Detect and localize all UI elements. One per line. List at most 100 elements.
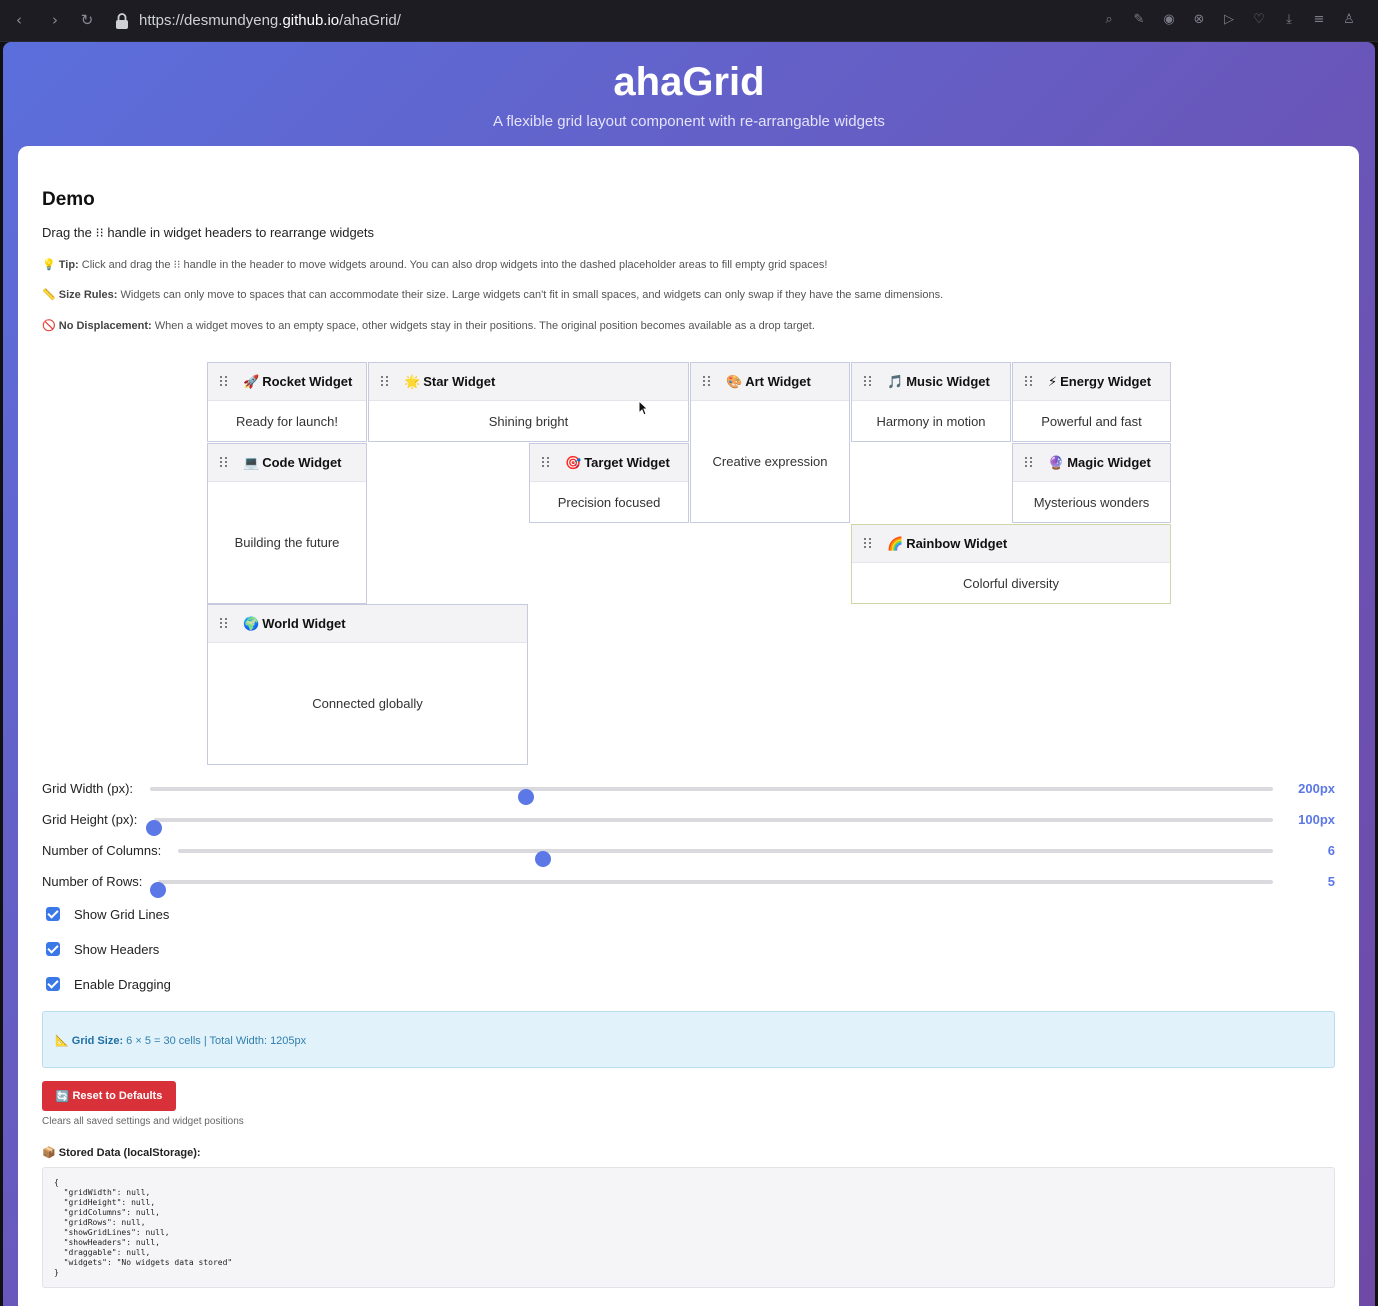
- rocket-icon: 🚀: [243, 375, 260, 390]
- rows-label: Number of Rows:: [42, 874, 143, 889]
- drag-handle-icon[interactable]: [542, 457, 550, 469]
- widget-header: 🎯 Target Widget: [530, 444, 688, 482]
- widget-body: Ready for launch!: [236, 413, 338, 429]
- widget-title: Energy Widget: [1060, 374, 1152, 389]
- rows-slider-row: Number of Rows: 5: [42, 872, 1335, 898]
- checkbox[interactable]: [46, 942, 60, 956]
- widget-world[interactable]: 🌍 World Widget Connected globally: [207, 604, 528, 765]
- drag-handle-icon[interactable]: [1025, 457, 1033, 469]
- demo-card: Demo Drag the ⁝⁝ handle in widget header…: [18, 146, 1359, 1306]
- drag-handle-icon[interactable]: [1025, 376, 1033, 388]
- checkbox-label: Enable Dragging: [74, 977, 171, 992]
- edit-icon[interactable]: ✎: [1130, 11, 1148, 29]
- drag-handle-icon[interactable]: [220, 457, 228, 469]
- widget-header: 🌍 World Widget: [208, 605, 527, 643]
- widget-body: Building the future: [234, 535, 340, 550]
- widget-body: Colorful diversity: [962, 575, 1060, 591]
- download-icon[interactable]: ⤓: [1280, 11, 1298, 29]
- star-icon: 🌟: [404, 375, 421, 390]
- widget-header: 🔮 Magic Widget: [1013, 444, 1170, 482]
- drag-handle-icon[interactable]: [864, 376, 872, 388]
- slider-thumb[interactable]: [518, 789, 535, 805]
- camera-icon[interactable]: ◉: [1160, 11, 1178, 29]
- crystal-ball-icon: 🔮: [1048, 456, 1065, 471]
- menu-icon[interactable]: ≡: [1310, 11, 1328, 29]
- address-bar[interactable]: https://desmundyeng.github.io/ahaGrid/: [139, 12, 401, 29]
- widget-art[interactable]: 🎨 Art Widget Creative expression: [690, 362, 850, 523]
- columns-value: 6: [1327, 843, 1335, 858]
- widget-title: Art Widget: [745, 374, 811, 389]
- prohibited-icon: 🚫: [42, 320, 56, 332]
- widget-header: ⚡ Energy Widget: [1013, 363, 1170, 401]
- widget-header: 💻 Code Widget: [208, 444, 366, 482]
- widget-grid: 🚀 Rocket Widget Ready for launch! 🌟 Star W…: [207, 362, 1171, 765]
- widget-body: Powerful and fast: [1041, 413, 1142, 429]
- widget-body: Mysterious wonders: [1033, 494, 1150, 510]
- grid-width-slider-row: Grid Width (px): 200px: [42, 779, 1335, 805]
- heart-icon[interactable]: ♡: [1250, 11, 1268, 29]
- widget-body: Precision focused: [557, 494, 661, 510]
- checkbox-label: Show Grid Lines: [74, 907, 170, 922]
- rows-value: 5: [1327, 874, 1335, 889]
- checkbox[interactable]: [46, 907, 60, 921]
- reset-note: Clears all saved settings and widget pos…: [42, 1116, 244, 1127]
- tip-note: 💡 Tip: Click and drag the ⁝⁝ handle in t…: [42, 259, 828, 271]
- page-title: ahaGrid: [613, 60, 765, 104]
- shield-icon[interactable]: ⊗: [1190, 11, 1208, 29]
- globe-icon: 🌍: [243, 617, 260, 632]
- profile-icon[interactable]: ♙: [1340, 11, 1358, 29]
- widget-title: World Widget: [262, 616, 346, 631]
- page-subtitle: A flexible grid layout component with re…: [493, 113, 885, 130]
- back-icon[interactable]: ‹: [10, 11, 28, 29]
- slider-thumb[interactable]: [150, 882, 166, 898]
- widget-header: 🌈 Rainbow Widget: [852, 525, 1170, 563]
- grid-height-slider[interactable]: [146, 818, 1273, 836]
- columns-slider[interactable]: [178, 849, 1273, 867]
- widget-energy[interactable]: ⚡ Energy Widget Powerful and fast: [1012, 362, 1171, 442]
- widget-header: 🎨 Art Widget: [691, 363, 849, 401]
- widget-magic[interactable]: 🔮 Magic Widget Mysterious wonders: [1012, 443, 1171, 523]
- size-rules-note: 📏 Size Rules: Widgets can only move to s…: [42, 289, 944, 301]
- widget-title: Code Widget: [262, 455, 342, 470]
- checkbox[interactable]: [46, 977, 60, 991]
- lightbulb-icon: 💡: [42, 259, 56, 271]
- grid-height-value: 100px: [1298, 812, 1335, 827]
- demo-instruction: Drag the ⁝⁝ handle in widget headers to …: [42, 225, 375, 240]
- widget-body: Creative expression: [712, 454, 828, 469]
- forward-icon[interactable]: ›: [46, 11, 64, 29]
- widget-title: Target Widget: [584, 455, 670, 470]
- drag-handle-icon[interactable]: [864, 538, 872, 550]
- stored-data-label: 📦 Stored Data (localStorage):: [42, 1147, 201, 1159]
- slider-thumb[interactable]: [146, 820, 162, 836]
- demo-heading: Demo: [42, 189, 95, 210]
- reset-button[interactable]: 🔄 Reset to Defaults: [42, 1081, 176, 1111]
- widget-header: 🌟 Star Widget: [369, 363, 688, 401]
- widget-rainbow[interactable]: 🌈 Rainbow Widget Colorful diversity: [851, 524, 1171, 604]
- page-background: ahaGrid A flexible grid layout component…: [3, 42, 1375, 1306]
- columns-slider-row: Number of Columns: 6: [42, 841, 1335, 867]
- widget-header: 🚀 Rocket Widget: [208, 363, 366, 401]
- drag-handle-icon[interactable]: [220, 376, 228, 388]
- widget-music[interactable]: 🎵 Music Widget Harmony in motion: [851, 362, 1011, 442]
- lightning-icon: ⚡: [1048, 375, 1058, 390]
- slider-thumb[interactable]: [534, 851, 551, 867]
- browser-toolbar: ‹ › ↻ https://desmundyeng.github.io/ahaG…: [0, 0, 1378, 42]
- music-note-icon: 🎵: [887, 375, 904, 390]
- refresh-icon: 🔄: [55, 1090, 70, 1103]
- drag-handle-icon[interactable]: [220, 618, 228, 630]
- grid-width-slider[interactable]: [150, 787, 1273, 805]
- columns-label: Number of Columns:: [42, 843, 162, 858]
- widget-body: Harmony in motion: [876, 413, 986, 429]
- rows-slider[interactable]: [150, 880, 1273, 898]
- reload-icon[interactable]: ↻: [78, 11, 96, 29]
- drag-handle-icon[interactable]: [703, 376, 711, 388]
- no-displacement-note: 🚫 No Displacement: When a widget moves t…: [42, 320, 815, 332]
- grid-height-label: Grid Height (px):: [42, 812, 138, 827]
- widget-rocket[interactable]: 🚀 Rocket Widget Ready for launch!: [207, 362, 367, 442]
- widget-target[interactable]: 🎯 Target Widget Precision focused: [529, 443, 689, 523]
- play-icon[interactable]: ▷: [1220, 11, 1238, 29]
- search-icon[interactable]: ⌕: [1100, 11, 1118, 29]
- widget-code[interactable]: 💻 Code Widget Building the future: [207, 443, 367, 604]
- drag-handle-icon[interactable]: [381, 376, 389, 388]
- widget-title: Magic Widget: [1067, 455, 1151, 470]
